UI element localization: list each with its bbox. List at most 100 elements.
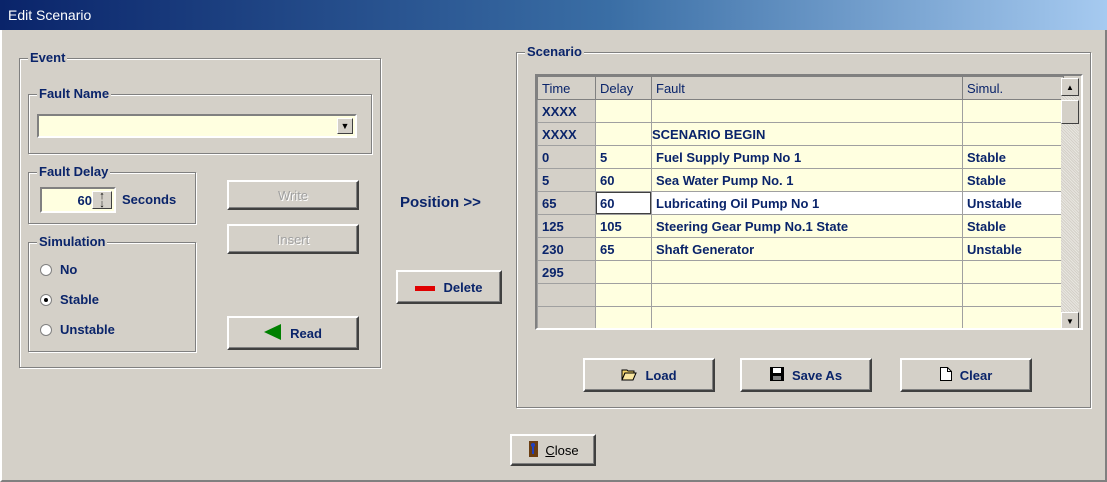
cell-delay[interactable] (595, 283, 652, 307)
cell-simul[interactable]: Unstable (962, 237, 1064, 261)
cell-time[interactable]: 65 (537, 191, 596, 215)
scroll-thumb[interactable] (1061, 100, 1079, 124)
cell-fault[interactable]: Lubricating Oil Pump No 1 (651, 191, 963, 215)
table-row[interactable]: 125 105 Steering Gear Pump No.1 State Stabl… (537, 214, 1064, 238)
cell-delay[interactable] (595, 99, 652, 123)
cell-simul[interactable] (962, 99, 1064, 123)
delete-button[interactable]: Delete (396, 270, 502, 304)
radio-dot-no[interactable] (40, 263, 52, 276)
fault-name-dropdown[interactable]: ▼ (37, 114, 357, 138)
cell-time[interactable] (537, 283, 596, 307)
simulation-radio-unstable[interactable]: Unstable (40, 322, 115, 337)
save-as-label: Save As (791, 367, 843, 383)
cell-simul[interactable] (962, 306, 1064, 328)
cell-fault[interactable] (651, 99, 963, 123)
table-row[interactable] (537, 306, 1064, 328)
title-bar[interactable]: Edit Scenario (0, 0, 1107, 30)
table-row[interactable]: 0 5 Fuel Supply Pump No 1 Stable (537, 145, 1064, 169)
cell-time[interactable]: XXXX (537, 122, 596, 146)
cell-time[interactable]: 125 (537, 214, 596, 238)
fault-delay-unit: Seconds (122, 192, 177, 207)
cell-delay[interactable]: 60 (595, 168, 652, 192)
grid-vertical-scrollbar[interactable]: ▲ ▼ (1061, 78, 1079, 328)
simulation-radio-stable[interactable]: Stable (40, 292, 99, 307)
spin-arrows-icon[interactable]: ↑ ↓ (92, 191, 112, 210)
column-header-fault[interactable]: Fault (651, 76, 963, 100)
close-button[interactable]: Close (510, 434, 596, 466)
radio-label-no: No (60, 262, 78, 277)
insert-label: Insert (276, 231, 310, 247)
column-header-delay[interactable]: Delay (595, 76, 652, 100)
read-button[interactable]: Read (227, 316, 359, 350)
load-button[interactable]: Load (583, 358, 715, 392)
fault-name-legend: Fault Name (37, 86, 112, 101)
table-row[interactable]: XXXX SCENARIO BEGIN (537, 122, 1064, 146)
table-row[interactable]: 295 (537, 260, 1064, 284)
simulation-legend: Simulation (37, 234, 108, 249)
read-label: Read (290, 325, 322, 341)
cell-delay[interactable] (595, 260, 652, 284)
cell-simul[interactable]: Unstable (962, 191, 1064, 215)
table-row[interactable] (537, 283, 1064, 307)
cell-simul[interactable] (962, 283, 1064, 307)
cell-simul[interactable]: Stable (962, 214, 1064, 238)
blank-page-icon (939, 366, 952, 384)
cell-delay[interactable]: 65 (595, 237, 652, 261)
radio-label-stable: Stable (60, 292, 100, 307)
radio-dot-stable[interactable] (40, 293, 52, 306)
cell-time[interactable]: 295 (537, 260, 596, 284)
cell-delay[interactable]: 5 (595, 145, 652, 169)
cell-simul[interactable]: Stable (962, 168, 1064, 192)
cell-delay[interactable]: 105 (595, 214, 652, 238)
column-header-time[interactable]: Time (537, 76, 596, 100)
cell-time[interactable]: 5 (537, 168, 596, 192)
scenario-table: Time Delay Fault Simul. XXXX XXXX SCENARIO… (537, 76, 1064, 328)
cell-delay[interactable]: 60 (595, 191, 652, 215)
table-row[interactable]: 65 60 Lubricating Oil Pump No 1 Unstable (537, 191, 1064, 215)
cell-fault[interactable]: Fuel Supply Pump No 1 (651, 145, 963, 169)
cell-simul[interactable]: Stable (962, 145, 1064, 169)
position-label: Position >> (400, 194, 481, 211)
cell-time[interactable] (537, 306, 596, 328)
cell-delay[interactable] (595, 122, 652, 146)
cell-fault[interactable]: Steering Gear Pump No.1 State (651, 214, 963, 238)
cell-fault[interactable] (651, 306, 963, 328)
fault-delay-legend: Fault Delay (37, 164, 111, 179)
cell-fault[interactable] (651, 283, 963, 307)
table-row[interactable]: 230 65 Shaft Generator Unstable (537, 237, 1064, 261)
insert-button[interactable]: Insert (227, 224, 359, 254)
table-row[interactable]: XXXX (537, 99, 1064, 123)
left-arrow-icon (264, 323, 282, 343)
cell-simul[interactable] (962, 260, 1064, 284)
fault-delay-stepper[interactable]: 60 ↑ ↓ (40, 187, 116, 213)
save-as-button[interactable]: Save As (740, 358, 872, 392)
close-label: lose (554, 442, 579, 458)
fault-delay-value: 60 (77, 193, 92, 208)
radio-dot-unstable[interactable] (40, 323, 52, 336)
clear-label: Clear (959, 367, 993, 383)
clear-button[interactable]: Clear (900, 358, 1032, 392)
scenario-grid[interactable]: Time Delay Fault Simul. XXXX XXXX SCENARIO… (535, 74, 1083, 330)
delete-label: Delete (443, 279, 483, 295)
scenario-legend: Scenario (525, 44, 584, 59)
cell-time[interactable]: XXXX (537, 99, 596, 123)
floppy-disk-icon (769, 366, 784, 384)
cell-fault[interactable]: Sea Water Pump No. 1 (651, 168, 963, 192)
simulation-radio-no[interactable]: No (40, 262, 77, 277)
cell-fault[interactable]: SCENARIO BEGIN (651, 122, 963, 146)
table-row[interactable]: 5 60 Sea Water Pump No. 1 Stable (537, 168, 1064, 192)
cell-delay[interactable] (595, 306, 652, 328)
cell-time[interactable]: 230 (537, 237, 596, 261)
cell-simul[interactable] (962, 122, 1064, 146)
cell-time[interactable]: 0 (537, 145, 596, 169)
column-header-simul[interactable]: Simul. (962, 76, 1064, 100)
cell-fault[interactable] (651, 260, 963, 284)
open-folder-icon (621, 367, 638, 384)
scroll-down-arrow-icon[interactable]: ▼ (1061, 312, 1079, 328)
exit-door-icon (527, 440, 541, 460)
cell-fault[interactable]: Shaft Generator (651, 237, 963, 261)
event-legend: Event (28, 50, 68, 65)
chevron-down-icon[interactable]: ▼ (337, 118, 353, 134)
scroll-up-arrow-icon[interactable]: ▲ (1061, 78, 1079, 96)
write-button[interactable]: Write (227, 180, 359, 210)
